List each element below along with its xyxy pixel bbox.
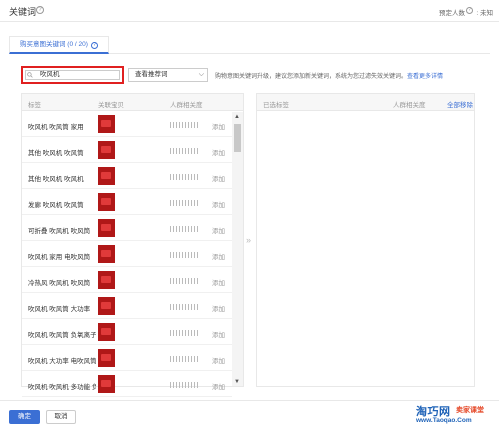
add-keyword-button[interactable]: 添加 [212,173,225,183]
tab-purchase-intent-keywords[interactable]: 购买意图关键词 (0 / 20)? [9,36,109,54]
add-keyword-button[interactable]: 添加 [212,225,225,235]
col-relevance-right: 人群相关度 [393,102,426,109]
more-details-link[interactable]: 查看更多详情 [407,74,443,80]
keyword-candidates-panel: 标签 关联宝贝 人群相关度 吹风机 吹风筒 家用 添加 其他 吹风机 吹风筒 添加 其他… [21,93,244,397]
keyword-text: 吹风机 大功率 电吹风筒 [28,358,96,365]
cancel-button[interactable]: 取消 [46,410,76,424]
relevance-bars [170,330,204,336]
hint-text: 购物意图关键词升级，建议您添加新关键词，系统为您过滤失效关键词。 [215,74,408,80]
product-thumbnail [98,297,115,315]
keyword-row: 吹风机 吹风筒 家用 添加 [22,112,232,137]
double-chevron-right-icon: » [246,235,252,245]
col-related: 关联宝贝 [98,102,124,109]
keyword-row: 可折叠 吹风机 吹风筒 添加 [22,216,232,241]
keyword-row: 吹风机 吹风机 多功能 负离子 添加 [22,372,232,397]
watermark-sub: 卖家课堂 [456,407,484,414]
keyword-text: 冷热风 吹风机 吹风筒 [28,280,91,287]
add-keyword-button[interactable]: 添加 [212,121,225,131]
col-tag: 标签 [28,102,41,109]
scrollbar[interactable]: ▲ ▼ [232,112,243,386]
col-selected: 已选标签 [263,102,289,109]
recommend-select-value: 查看推荐词 [135,71,168,78]
selected-header: 已选标签 人群相关度 全部移除 [257,94,474,111]
help-icon[interactable]: ? [36,6,44,14]
product-thumbnail [98,193,115,211]
product-thumbnail [98,141,115,159]
product-thumbnail [98,219,115,237]
estimate-label: 预定人数 [439,10,465,17]
keyword-row: 吹风机 吹风筒 大功率 添加 [22,294,232,319]
scroll-up-icon[interactable]: ▲ [234,114,240,120]
add-keyword-button[interactable]: 添加 [212,303,225,313]
selected-keywords-panel: 已选标签 人群相关度 全部移除 [256,93,475,387]
keyword-text: 吹风机 家用 电吹风筒 [28,254,91,261]
add-keyword-button[interactable]: 添加 [212,355,225,365]
tab-bar: 购买意图关键词 (0 / 20)? [9,36,490,54]
keyword-row: 其他 吹风机 吹风筒 添加 [22,138,232,163]
estimate-help-icon[interactable]: ? [466,7,473,14]
relevance-bars [170,226,204,232]
keyword-text: 发廊 吹风机 吹风筒 [28,202,84,209]
keyword-text: 其他 吹风机 吹风筒 [28,150,84,157]
search-highlight-box: 吹风机 [21,66,124,84]
upgrade-hint: 购物意图关键词升级，建议您添加新关键词，系统为您过滤失效关键词。查看更多详情 [215,71,443,80]
recommend-select[interactable]: 查看推荐词 ⌵ [128,68,208,82]
watermark-logo: 淘巧网 卖家课堂 www.Taoqao.Com [416,403,496,427]
add-keyword-button[interactable]: 添加 [212,199,225,209]
product-thumbnail [98,167,115,185]
candidates-header: 标签 关联宝贝 人群相关度 [22,94,243,111]
keyword-row: 吹风机 家用 电吹风筒 添加 [22,242,232,267]
remove-all-button[interactable]: 全部移除 [447,99,473,109]
relevance-bars [170,148,204,154]
add-keyword-button[interactable]: 添加 [212,381,225,391]
relevance-bars [170,278,204,284]
keyword-text: 可折叠 吹风机 吹风筒 [28,228,91,235]
keyword-text: 吹风机 吹风机 多功能 负离子 [28,384,96,391]
product-thumbnail [98,115,115,133]
relevance-bars [170,122,204,128]
product-thumbnail [98,271,115,289]
relevance-bars [170,356,204,362]
keyword-text: 其他 吹风机 吹风机 [28,176,84,183]
estimate-value: : 未知 [476,10,493,17]
keyword-row: 吹风机 大功率 电吹风筒 添加 [22,346,232,371]
add-keyword-button[interactable]: 添加 [212,251,225,261]
product-thumbnail [98,349,115,367]
add-keyword-button[interactable]: 添加 [212,147,225,157]
relevance-bars [170,174,204,180]
product-thumbnail [98,245,115,263]
keyword-row: 发廊 吹风机 吹风筒 添加 [22,190,232,215]
tab-label: 购买意图关键词 (0 / 20) [20,41,88,48]
scroll-down-icon[interactable]: ▼ [234,379,240,385]
relevance-bars [170,304,204,310]
relevance-bars [170,252,204,258]
keyword-row: 冷热风 吹风机 吹风筒 添加 [22,268,232,293]
search-input[interactable]: 吹风机 [25,70,120,80]
confirm-button[interactable]: 确定 [9,410,40,424]
keyword-row: 吹风机 吹风筒 负氧离子 添加 [22,320,232,345]
tab-help-icon[interactable]: ? [90,42,98,49]
chevron-down-icon: ⌵ [198,71,204,78]
dialog-title: 关键词 [9,7,37,17]
add-keyword-button[interactable]: 添加 [212,329,225,339]
product-thumbnail [98,375,115,393]
keyword-text: 吹风机 吹风筒 大功率 [28,306,91,313]
product-thumbnail [98,323,115,341]
keyword-row: 其他 吹风机 吹风机 添加 [22,164,232,189]
watermark-url: www.Taoqao.Com [416,417,472,424]
keyword-text: 吹风机 吹风筒 家用 [28,124,84,131]
add-keyword-button[interactable]: 添加 [212,277,225,287]
relevance-bars [170,200,204,206]
relevance-bars [170,382,204,388]
keyword-text: 吹风机 吹风筒 负氧离子 [28,332,96,339]
dialog-header: 关键词 ? 预定人数 ? : 未知 [0,0,499,22]
scroll-thumb[interactable] [234,124,241,152]
col-relevance: 人群相关度 [170,102,203,109]
